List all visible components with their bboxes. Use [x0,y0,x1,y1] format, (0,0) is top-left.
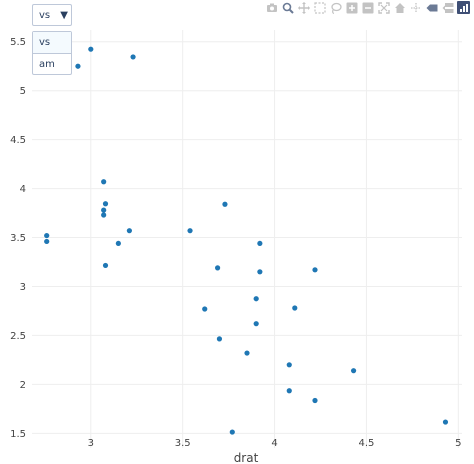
lasso-icon[interactable] [329,1,342,14]
data-point[interactable] [101,179,107,185]
data-point[interactable] [257,269,263,275]
data-point[interactable] [102,201,109,207]
dropdown-option-vs[interactable]: vs [33,32,71,53]
plotly-logo-icon[interactable] [457,1,470,14]
data-point[interactable] [202,306,208,312]
y-tick-label: 5.5 [10,37,26,48]
dropdown-button[interactable]: vs ▼ [32,4,72,26]
y-tick-label: 2.5 [10,331,26,342]
spike-lines-icon[interactable] [409,1,422,14]
camera-icon[interactable] [265,1,278,14]
data-point[interactable] [88,46,94,52]
data-point[interactable] [229,429,235,435]
x-tick-label: 5 [455,438,461,449]
variable-dropdown[interactable]: vs ▼ vs am [32,4,72,75]
data-point[interactable] [244,350,250,356]
x-tick-label: 4 [271,438,277,449]
modebar [265,1,470,14]
x-tick-label: 3.5 [175,438,191,449]
y-tick-label: 3 [20,282,26,293]
data-points[interactable] [44,46,449,435]
data-point[interactable] [115,240,121,247]
data-point[interactable] [126,228,132,234]
data-point[interactable] [286,362,292,368]
y-tick-label: 4.5 [10,135,26,146]
hover-closest-icon[interactable] [425,1,438,14]
data-point[interactable] [102,262,109,269]
data-point[interactable] [216,336,223,342]
data-point[interactable] [44,232,50,239]
zoom-out-icon[interactable] [361,1,374,14]
data-point[interactable] [312,267,318,273]
y-tick-label: 2 [20,380,26,391]
hover-compare-icon[interactable] [441,1,454,14]
caret-down-icon: ▼ [60,9,68,21]
data-point[interactable] [187,228,193,234]
reset-axes-icon[interactable] [393,1,406,14]
dropdown-option-am[interactable]: am [33,53,71,74]
y-tick-label: 5 [20,86,26,97]
tick-labels: 3 3.5 4 4.5 5 1.5 2 2.5 3 3.5 4 4.5 5 5.5 [10,37,461,449]
y-tick-label: 4 [20,184,26,195]
y-tick-label: 3.5 [10,233,26,244]
autoscale-icon[interactable] [377,1,390,14]
y-axis-title: wt [0,230,1,245]
data-point[interactable] [101,212,107,218]
grid-layer [32,30,462,448]
x-tick-label: 4.5 [358,438,374,449]
data-point[interactable] [442,419,449,425]
box-select-icon[interactable] [313,1,326,14]
data-point[interactable] [350,368,357,374]
dropdown-menu: vs am [32,31,72,75]
x-tick-label: 3 [88,438,94,449]
data-point[interactable] [130,54,136,60]
y-tick-label: 1.5 [10,429,26,440]
pan-icon[interactable] [297,1,310,14]
data-point[interactable] [312,397,318,404]
data-point[interactable] [222,201,228,207]
data-point[interactable] [292,305,298,311]
zoom-in-icon[interactable] [345,1,358,14]
data-point[interactable] [101,207,107,213]
data-point[interactable] [214,265,221,271]
dropdown-selected-label: vs [39,9,51,21]
zoom-icon[interactable] [281,1,294,14]
data-point[interactable] [44,238,50,245]
data-point[interactable] [253,296,259,302]
data-point[interactable] [75,63,81,69]
data-point[interactable] [286,388,292,394]
x-axis-title: drat [234,451,259,464]
data-point[interactable] [253,321,259,327]
data-point[interactable] [257,240,263,247]
